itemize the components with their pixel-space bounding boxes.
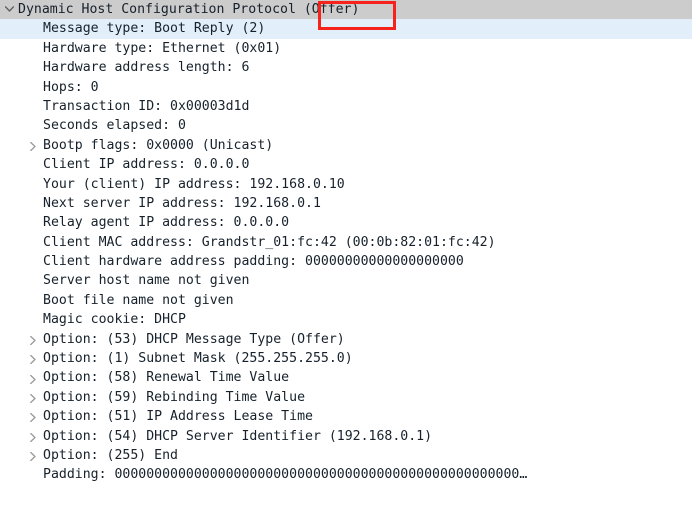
tree-row-option-1-label: Option: (1) Subnet Mask (255.255.255.0) bbox=[43, 351, 353, 367]
tree-row-hops-label: Hops: 0 bbox=[43, 79, 99, 95]
tree-row-dhcp-root-label: Dynamic Host Configuration Protocol (Off… bbox=[18, 2, 360, 17]
tree-row-relay-agent-ip-address[interactable]: Relay agent IP address: 0.0.0.0 bbox=[0, 213, 692, 233]
tree-row-option-59[interactable]: Option: (59) Rebinding Time Value bbox=[0, 387, 692, 408]
tree-row-padding-label: Padding: 0000000000000000000000000000000… bbox=[43, 467, 528, 483]
tree-row-your-client-ip-address[interactable]: Your (client) IP address: 192.168.0.10 bbox=[0, 174, 692, 194]
tree-row-seconds-elapsed-label: Seconds elapsed: 0 bbox=[43, 118, 186, 134]
chevron-right-icon[interactable] bbox=[25, 330, 41, 349]
chevron-right-icon[interactable] bbox=[25, 349, 41, 368]
tree-row-option-53-label: Option: (53) DHCP Message Type (Offer) bbox=[43, 331, 345, 347]
tree-row-option-54[interactable]: Option: (54) DHCP Server Identifier (192… bbox=[0, 426, 692, 446]
tree-row-client-mac-address-label: Client MAC address: Grandstr_01:fc:42 (0… bbox=[43, 234, 496, 250]
chevron-right-icon[interactable] bbox=[25, 407, 41, 426]
tree-row-bootp-flags[interactable]: Bootp flags: 0x0000 (Unicast) bbox=[0, 135, 692, 156]
packet-details-panel[interactable]: Dynamic Host Configuration Protocol (Off… bbox=[0, 0, 692, 505]
tree-row-boot-file-name-label: Boot file name not given bbox=[43, 292, 234, 308]
tree-row-message-type-label: Message type: Boot Reply (2) bbox=[43, 21, 266, 37]
tree-row-hardware-type-label: Hardware type: Ethernet (0x01) bbox=[43, 40, 282, 56]
tree-row-magic-cookie[interactable]: Magic cookie: DHCP bbox=[0, 310, 692, 330]
tree-row-message-type[interactable]: Message type: Boot Reply (2) bbox=[0, 19, 692, 39]
tree-row-hops[interactable]: Hops: 0 bbox=[0, 77, 692, 97]
tree-row-client-hardware-address-padding[interactable]: Client hardware address padding: 0000000… bbox=[0, 252, 692, 272]
tree-row-option-255-label: Option: (255) End bbox=[43, 447, 178, 463]
tree-row-option-1[interactable]: Option: (1) Subnet Mask (255.255.255.0) bbox=[0, 349, 692, 369]
tree-row-client-ip-address[interactable]: Client IP address: 0.0.0.0 bbox=[0, 155, 692, 175]
tree-row-seconds-elapsed[interactable]: Seconds elapsed: 0 bbox=[0, 116, 692, 136]
tree-row-server-host-name[interactable]: Server host name not given bbox=[0, 271, 692, 291]
tree-row-magic-cookie-label: Magic cookie: DHCP bbox=[43, 312, 186, 328]
tree-row-hardware-address-length[interactable]: Hardware address length: 6 bbox=[0, 58, 692, 78]
chevron-down-icon[interactable] bbox=[1, 0, 17, 19]
chevron-right-icon[interactable] bbox=[25, 446, 41, 465]
tree-row-hardware-type[interactable]: Hardware type: Ethernet (0x01) bbox=[0, 38, 692, 59]
tree-row-bootp-flags-label: Bootp flags: 0x0000 (Unicast) bbox=[43, 137, 274, 153]
tree-row-option-53[interactable]: Option: (53) DHCP Message Type (Offer) bbox=[0, 329, 692, 350]
chevron-right-icon[interactable] bbox=[25, 427, 41, 446]
tree-row-transaction-id-label: Transaction ID: 0x00003d1d bbox=[43, 98, 250, 114]
tree-row-option-51[interactable]: Option: (51) IP Address Lease Time bbox=[0, 407, 692, 427]
tree-row-option-59-label: Option: (59) Rebinding Time Value bbox=[43, 389, 306, 405]
chevron-right-icon[interactable] bbox=[25, 136, 41, 155]
tree-row-next-server-ip-address[interactable]: Next server IP address: 192.168.0.1 bbox=[0, 193, 692, 214]
tree-row-option-51-label: Option: (51) IP Address Lease Time bbox=[43, 409, 313, 425]
tree-row-padding[interactable]: Padding: 0000000000000000000000000000000… bbox=[0, 465, 692, 485]
tree-row-dhcp-root[interactable]: Dynamic Host Configuration Protocol (Off… bbox=[0, 0, 692, 20]
tree-row-server-host-name-label: Server host name not given bbox=[43, 273, 250, 289]
tree-row-next-server-ip-address-label: Next server IP address: 192.168.0.1 bbox=[43, 195, 321, 211]
tree-row-your-client-ip-address-label: Your (client) IP address: 192.168.0.10 bbox=[43, 176, 345, 192]
tree-row-option-255[interactable]: Option: (255) End bbox=[0, 445, 692, 466]
tree-row-option-54-label: Option: (54) DHCP Server Identifier (192… bbox=[43, 428, 433, 444]
tree-row-option-58[interactable]: Option: (58) Renewal Time Value bbox=[0, 368, 692, 388]
tree-row-option-58-label: Option: (58) Renewal Time Value bbox=[43, 370, 290, 386]
chevron-right-icon[interactable] bbox=[25, 368, 41, 387]
chevron-right-icon[interactable] bbox=[25, 388, 41, 407]
tree-row-boot-file-name[interactable]: Boot file name not given bbox=[0, 290, 692, 311]
tree-row-relay-agent-ip-address-label: Relay agent IP address: 0.0.0.0 bbox=[43, 215, 290, 231]
tree-row-client-hardware-address-padding-label: Client hardware address padding: 0000000… bbox=[43, 254, 464, 270]
tree-row-transaction-id[interactable]: Transaction ID: 0x00003d1d bbox=[0, 96, 692, 117]
tree-row-client-ip-address-label: Client IP address: 0.0.0.0 bbox=[43, 157, 250, 173]
tree-row-client-mac-address[interactable]: Client MAC address: Grandstr_01:fc:42 (0… bbox=[0, 232, 692, 253]
tree-row-hardware-address-length-label: Hardware address length: 6 bbox=[43, 60, 250, 76]
